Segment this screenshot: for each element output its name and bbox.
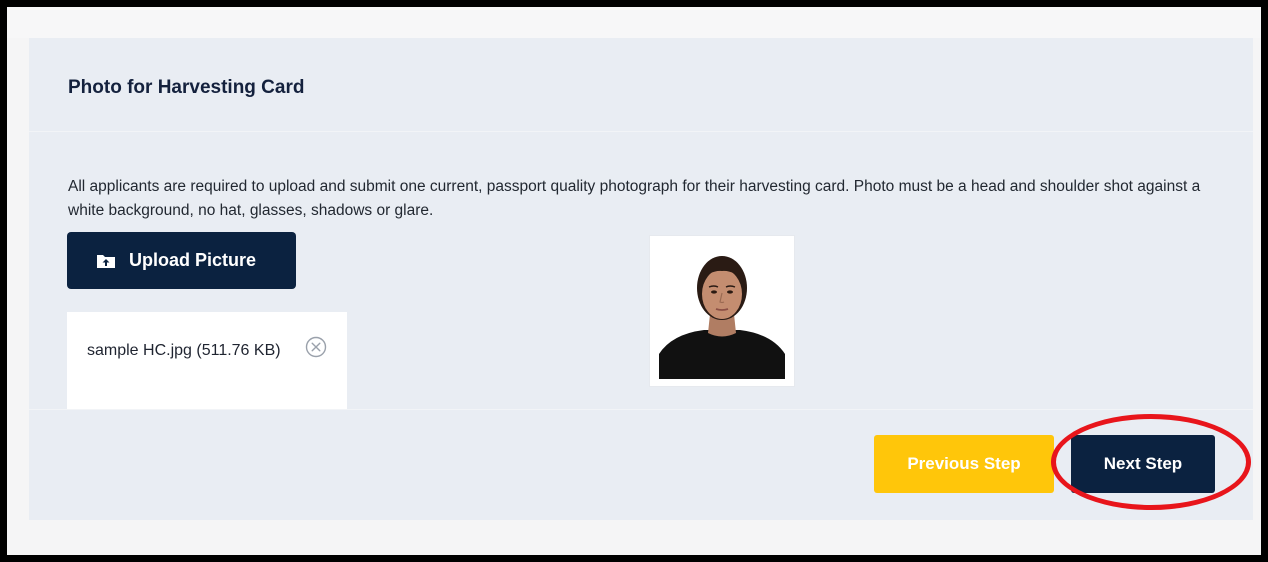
upload-picture-label: Upload Picture [129, 250, 257, 270]
section-title: Photo for Harvesting Card [68, 77, 305, 98]
photo-upload-card: Photo for Harvesting Card All applicants… [29, 38, 1253, 520]
close-circle-icon[interactable] [305, 336, 327, 358]
upload-folder-icon [96, 253, 116, 269]
portrait-image [659, 244, 785, 379]
photo-instructions: All applicants are required to upload an… [68, 178, 1201, 219]
previous-step-button[interactable]: Previous Step [874, 435, 1054, 493]
upload-picture-button[interactable]: Upload Picture [67, 232, 296, 289]
top-band [7, 7, 1261, 38]
uploaded-photo-preview [649, 235, 795, 387]
card-header: Photo for Harvesting Card [29, 38, 1253, 132]
file-name: sample HC.jpg (511.76 KB) [87, 342, 281, 359]
screenshot-frame: Photo for Harvesting Card All applicants… [0, 0, 1268, 562]
next-step-button[interactable]: Next Step [1071, 435, 1215, 493]
uploaded-file-item: sample HC.jpg (511.76 KB) [67, 312, 347, 409]
footer-divider [29, 409, 1253, 410]
